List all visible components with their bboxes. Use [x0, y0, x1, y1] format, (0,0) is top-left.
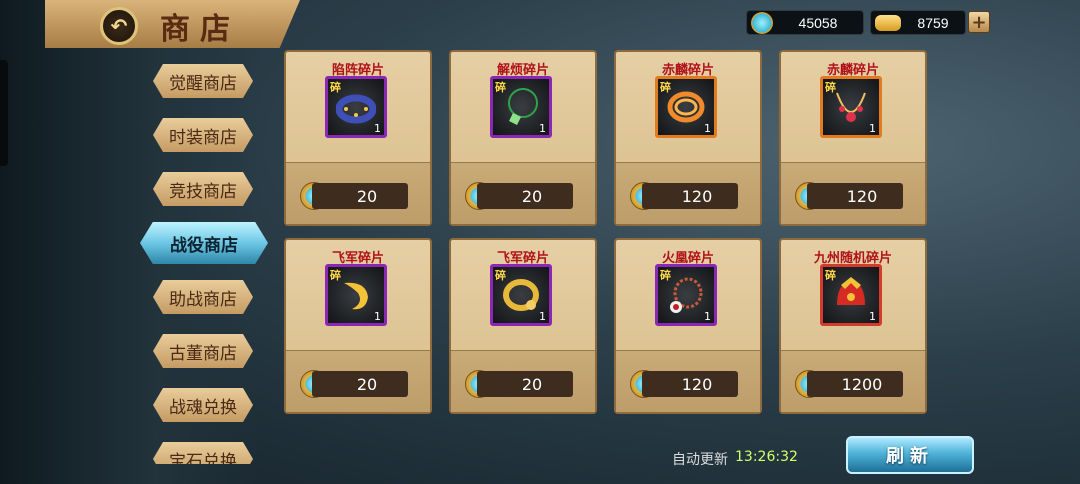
tab-assist-shop[interactable]: 助战商店: [153, 280, 253, 314]
tab-antique-shop[interactable]: 古董商店: [153, 334, 253, 368]
item-quantity: 1: [374, 310, 381, 323]
item-price: 1200: [807, 371, 903, 397]
item-quantity: 1: [704, 122, 711, 135]
item-quantity: 1: [869, 310, 876, 323]
item-quantity: 1: [539, 310, 546, 323]
shop-item-card[interactable]: 九州随机碎片 碎 1 1200: [779, 238, 927, 414]
shop-item-card[interactable]: 飞军碎片 碎 1 20: [284, 238, 432, 414]
tab-arena-shop[interactable]: 竞技商店: [153, 172, 253, 206]
item-quantity: 1: [374, 122, 381, 135]
item-thumbnail: 碎 1: [490, 264, 552, 326]
item-thumbnail: 碎 1: [655, 76, 717, 138]
tab-awaken-shop[interactable]: 觉醒商店: [153, 64, 253, 98]
helmet-icon: [837, 277, 865, 305]
add-currency-button[interactable]: +: [968, 11, 990, 33]
item-thumbnail: 碎 1: [490, 76, 552, 138]
pendant-icon: [508, 88, 538, 125]
auto-refresh-label: 自动更新: [672, 452, 728, 468]
item-quantity: 1: [869, 122, 876, 135]
item-price: 120: [642, 371, 738, 397]
item-price: 120: [807, 183, 903, 209]
gem-amount: 45058: [798, 14, 838, 31]
item-thumbnail: 碎 1: [820, 264, 882, 326]
item-price: 20: [477, 183, 573, 209]
gem-balance: 45058: [746, 10, 864, 35]
item-price: 20: [312, 371, 408, 397]
gold-ring-icon: [503, 279, 539, 311]
shop-item-card[interactable]: 火凰碎片 碎 1 120: [614, 238, 762, 414]
shop-item-card[interactable]: 飞军碎片 碎 1 20: [449, 238, 597, 414]
device-edge: [0, 60, 8, 166]
shop-sidebar: 觉醒商店 时装商店 竞技商店 战役商店 助战商店 古董商店 战魂兑换 宝石兑换: [135, 60, 275, 464]
bead-necklace-icon: [670, 277, 703, 313]
flame-ornament-icon: [344, 282, 368, 310]
item-thumbnail: 碎 1: [325, 264, 387, 326]
shop-item-card[interactable]: 赤麟碎片 碎 1 120: [779, 50, 927, 226]
item-thumbnail: 碎 1: [820, 76, 882, 138]
coil-ring-icon: [667, 91, 705, 123]
shop-item-card[interactable]: 赤麟碎片 碎 1 120: [614, 50, 762, 226]
refresh-button[interactable]: 刷新: [846, 436, 974, 474]
item-price: 20: [477, 371, 573, 397]
item-quantity: 1: [704, 310, 711, 323]
tab-soul-exchange[interactable]: 战魂兑换: [153, 388, 253, 422]
auto-refresh-timer: 13:26:32: [735, 449, 798, 465]
item-thumbnail: 碎 1: [325, 76, 387, 138]
page-title: 商店: [160, 12, 240, 47]
necklace-icon: [836, 92, 866, 122]
shop-item-card[interactable]: 陷阵碎片 碎 1 20: [284, 50, 432, 226]
item-price: 120: [642, 183, 738, 209]
tab-gem-exchange[interactable]: 宝石兑换: [153, 442, 253, 464]
item-thumbnail: 碎 1: [655, 264, 717, 326]
back-button[interactable]: ↶: [100, 7, 138, 45]
shop-item-card[interactable]: 解烦碎片 碎 1 20: [449, 50, 597, 226]
shop-grid: 陷阵碎片 碎 1 20 解烦碎片 碎 1 20 赤麟碎片 碎 1 120 赤麟碎…: [258, 42, 1080, 470]
ingot-balance: 8759: [870, 10, 966, 35]
item-price: 20: [312, 183, 408, 209]
gold-ingot-icon: [875, 14, 901, 31]
item-quantity: 1: [539, 122, 546, 135]
tab-campaign-shop[interactable]: 战役商店: [140, 222, 268, 264]
bracelet-icon: [336, 94, 376, 124]
ingot-amount: 8759: [917, 14, 949, 31]
gem-icon: [751, 11, 773, 34]
back-arrow-icon: ↶: [110, 14, 128, 38]
tab-fashion-shop[interactable]: 时装商店: [153, 118, 253, 152]
